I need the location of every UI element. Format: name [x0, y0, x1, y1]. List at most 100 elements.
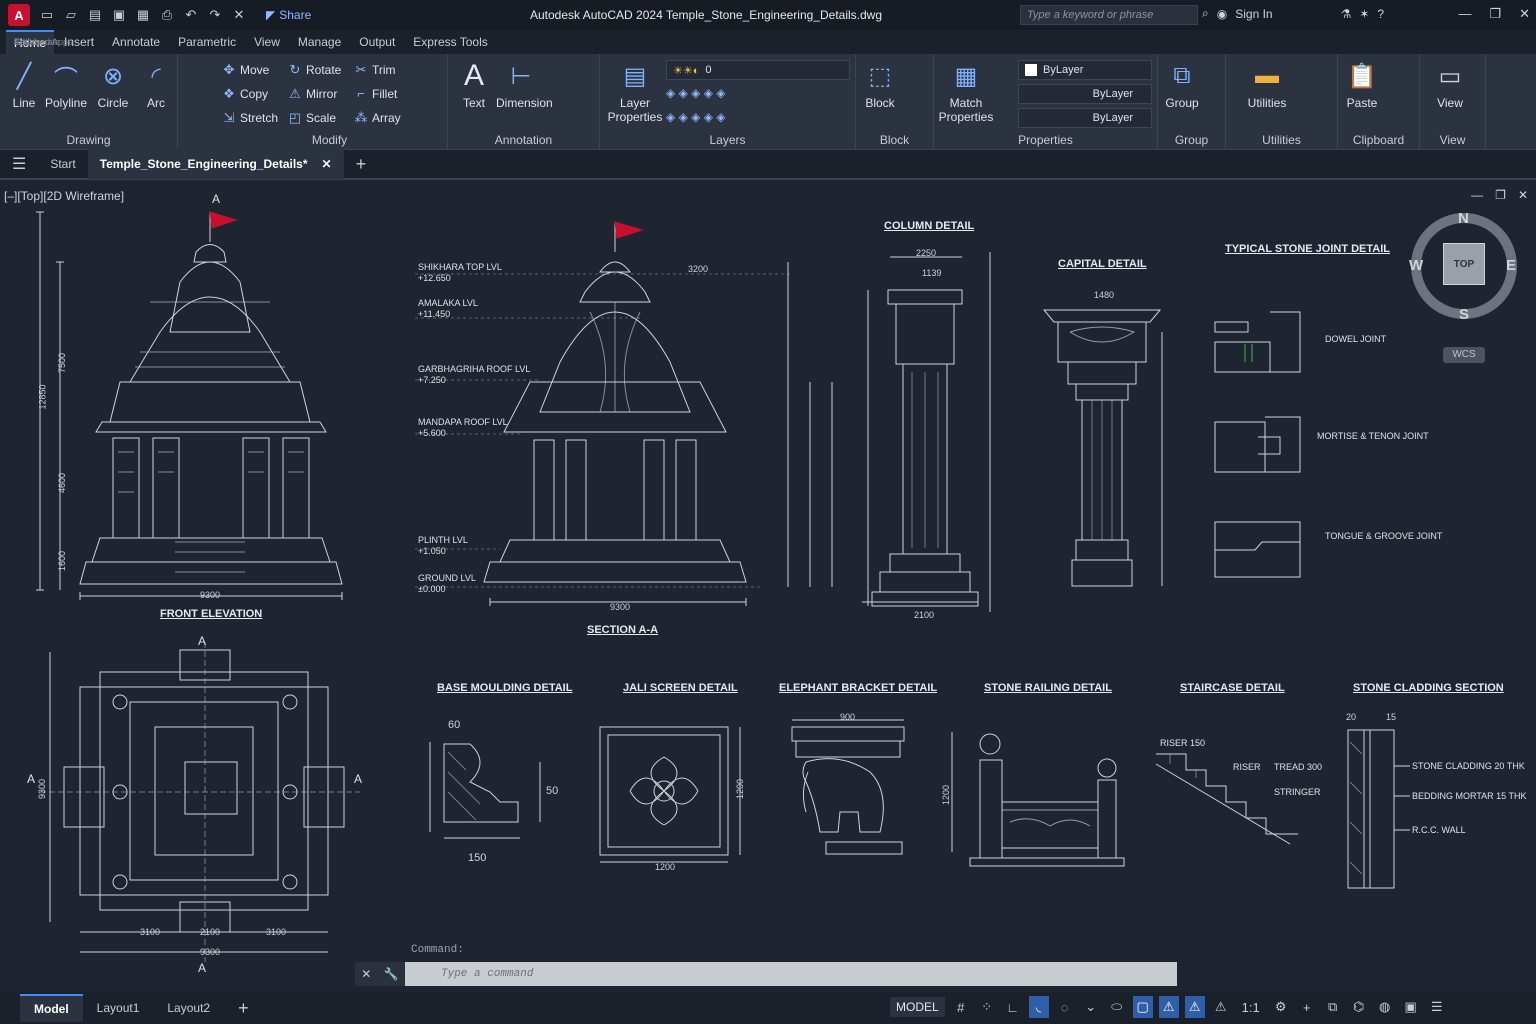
minimize-icon[interactable]: —: [1458, 6, 1471, 22]
otrack-icon[interactable]: ⌄: [1081, 996, 1101, 1018]
text-button[interactable]: A Text: [450, 59, 498, 110]
close-icon[interactable]: ✕: [230, 6, 248, 24]
share-button[interactable]: ◤ Share: [266, 8, 311, 22]
annotation-visibility-icon[interactable]: ⚠: [1158, 996, 1179, 1018]
snap-icon[interactable]: ⁘: [977, 996, 997, 1018]
ortho-icon[interactable]: ∟: [1003, 996, 1023, 1018]
polyline-button[interactable]: ⌒ Polyline: [42, 60, 90, 111]
isolate-icon[interactable]: ⧉: [1323, 996, 1343, 1018]
save-as-icon[interactable]: ▦: [134, 6, 152, 24]
osnap-icon[interactable]: ◌: [1055, 996, 1075, 1018]
open-web-icon[interactable]: ▤: [86, 6, 104, 24]
settings-gear-icon[interactable]: ⚙: [1271, 996, 1291, 1018]
auto-scale-icon[interactable]: ⚠: [1184, 996, 1205, 1018]
clipboard-panel-title[interactable]: Clipboard: [1338, 133, 1419, 147]
close-command-icon[interactable]: ✕: [361, 967, 371, 981]
add-plus-icon[interactable]: +: [1297, 996, 1317, 1018]
utilities-button[interactable]: ▬ Utilities: [1242, 60, 1292, 110]
dimension-button[interactable]: ⊢ Dimension: [496, 60, 553, 111]
mirror-button[interactable]: ⚠ Mirror: [288, 86, 337, 102]
view-button[interactable]: ▭ View: [1426, 60, 1474, 111]
compass-west[interactable]: W: [1409, 257, 1423, 274]
tab-output[interactable]: Output: [351, 31, 403, 53]
undo-icon[interactable]: ↶: [182, 6, 200, 24]
autocad-logo[interactable]: A: [8, 4, 30, 26]
tab-manage[interactable]: Manage: [290, 31, 349, 53]
stretch-button[interactable]: ⇲ Stretch: [222, 110, 278, 126]
command-input[interactable]: Type a command: [405, 962, 1177, 986]
copy-button[interactable]: ❖ Copy: [222, 86, 268, 102]
print-icon[interactable]: ⎙: [158, 6, 176, 24]
layer-dropdown[interactable]: ☀☀◐ 0: [666, 60, 850, 80]
exchange-icon[interactable]: ✶: [1359, 7, 1369, 21]
customize-icon[interactable]: 🔧: [384, 967, 399, 981]
layer-tools-row-2[interactable]: ◈ ◈ ◈ ◈ ◈: [666, 110, 725, 124]
model-space-toggle[interactable]: MODEL: [890, 997, 945, 1017]
tab-model[interactable]: Model: [20, 994, 83, 1022]
tab-layout2[interactable]: Layout2: [153, 994, 224, 1022]
maximize-icon[interactable]: ❐: [1489, 6, 1501, 22]
fillet-button[interactable]: ⌐ Fillet: [354, 86, 397, 101]
drawing-panel-title[interactable]: Drawing: [0, 133, 177, 147]
search-icon[interactable]: ⌕: [1202, 6, 1209, 21]
modify-panel-title[interactable]: Modify: [212, 133, 447, 147]
add-layout-icon[interactable]: +: [224, 994, 263, 1022]
isodraft-icon[interactable]: ⬭: [1107, 996, 1127, 1018]
block-panel-title[interactable]: Block: [856, 133, 933, 147]
rotate-button[interactable]: ↻ Rotate: [288, 62, 342, 78]
layers-panel-title[interactable]: Layers: [600, 133, 855, 147]
layer-properties-button[interactable]: ▤ Layer Properties: [606, 60, 664, 125]
lineweight-dropdown[interactable]: ByLayer: [1018, 108, 1152, 128]
clean-screen-icon[interactable]: ◍: [1375, 996, 1395, 1018]
hardware-accel-icon[interactable]: ⌬: [1349, 996, 1369, 1018]
polar-icon[interactable]: ◟: [1028, 996, 1049, 1018]
tab-express-tools[interactable]: Express Tools: [405, 31, 495, 53]
scale-button[interactable]: ◰ Scale: [288, 110, 336, 126]
open-folder-icon[interactable]: ▱: [62, 6, 80, 24]
tab-featured-apps[interactable]: Featured Apps: [6, 33, 81, 51]
redo-icon[interactable]: ↷: [206, 6, 224, 24]
compass-east[interactable]: E: [1506, 257, 1516, 274]
utilities-panel-title[interactable]: Utilities: [1226, 133, 1337, 147]
tab-layout1[interactable]: Layout1: [83, 994, 154, 1022]
paste-button[interactable]: 📋 Paste: [1338, 60, 1386, 111]
circle-button[interactable]: ⊗ Circle: [89, 60, 137, 111]
new-tab-icon[interactable]: +: [344, 149, 379, 179]
tab-parametric[interactable]: Parametric: [170, 31, 244, 53]
grid-icon[interactable]: #: [951, 996, 971, 1018]
compass-south[interactable]: S: [1459, 306, 1469, 323]
tab-view[interactable]: View: [246, 31, 288, 53]
linetype-dropdown[interactable]: ByLayer: [1018, 84, 1152, 104]
group-button[interactable]: ⧉ Group: [1158, 60, 1206, 110]
properties-panel-title[interactable]: Properties: [934, 133, 1157, 147]
help-icon[interactable]: ?: [1377, 7, 1384, 21]
annotation-scale-icon[interactable]: ⚠: [1211, 996, 1231, 1018]
move-button[interactable]: ✥ Move: [222, 62, 270, 78]
layer-tools-row-1[interactable]: ◈ ◈ ◈ ◈ ◈: [666, 86, 725, 100]
selection-cycling-icon[interactable]: ▢: [1132, 996, 1153, 1018]
tab-start[interactable]: Start: [38, 149, 87, 179]
autodesk-app-icon[interactable]: ⚗: [1341, 7, 1352, 21]
sign-in-link[interactable]: Sign In: [1235, 7, 1272, 21]
view-panel-title[interactable]: View: [1420, 133, 1485, 147]
array-button[interactable]: ⁂ Array: [354, 110, 401, 126]
color-dropdown[interactable]: ByLayer: [1018, 60, 1152, 80]
new-file-icon[interactable]: ▭: [38, 6, 56, 24]
block-button[interactable]: ⬚ Block: [856, 60, 904, 111]
annotation-panel-title[interactable]: Annotation: [448, 133, 599, 147]
group-panel-title[interactable]: Group: [1158, 133, 1225, 147]
arc-button[interactable]: ◜ Arc: [132, 60, 180, 111]
line-button[interactable]: ╱ Line: [0, 60, 48, 111]
match-properties-button[interactable]: ▦ Match Properties: [938, 60, 994, 125]
search-input[interactable]: Type a keyword or phrase: [1020, 5, 1198, 25]
quick-properties-icon[interactable]: ▣: [1401, 996, 1421, 1018]
save-icon[interactable]: ▣: [110, 6, 128, 24]
file-menu-icon[interactable]: ☰: [0, 149, 38, 179]
compass-north[interactable]: N: [1458, 210, 1469, 227]
customization-icon[interactable]: ☰: [1427, 996, 1447, 1018]
viewcube-top-face[interactable]: TOP: [1443, 243, 1485, 285]
tab-active-drawing[interactable]: Temple_Stone_Engineering_Details* ✕: [87, 149, 344, 179]
drawing-viewport[interactable]: [–][Top][2D Wireframe] — ❐ ✕ FRONT ELEVA…: [0, 182, 1536, 992]
tab-annotate[interactable]: Annotate: [104, 31, 168, 53]
close-tab-icon[interactable]: ✕: [322, 157, 332, 171]
